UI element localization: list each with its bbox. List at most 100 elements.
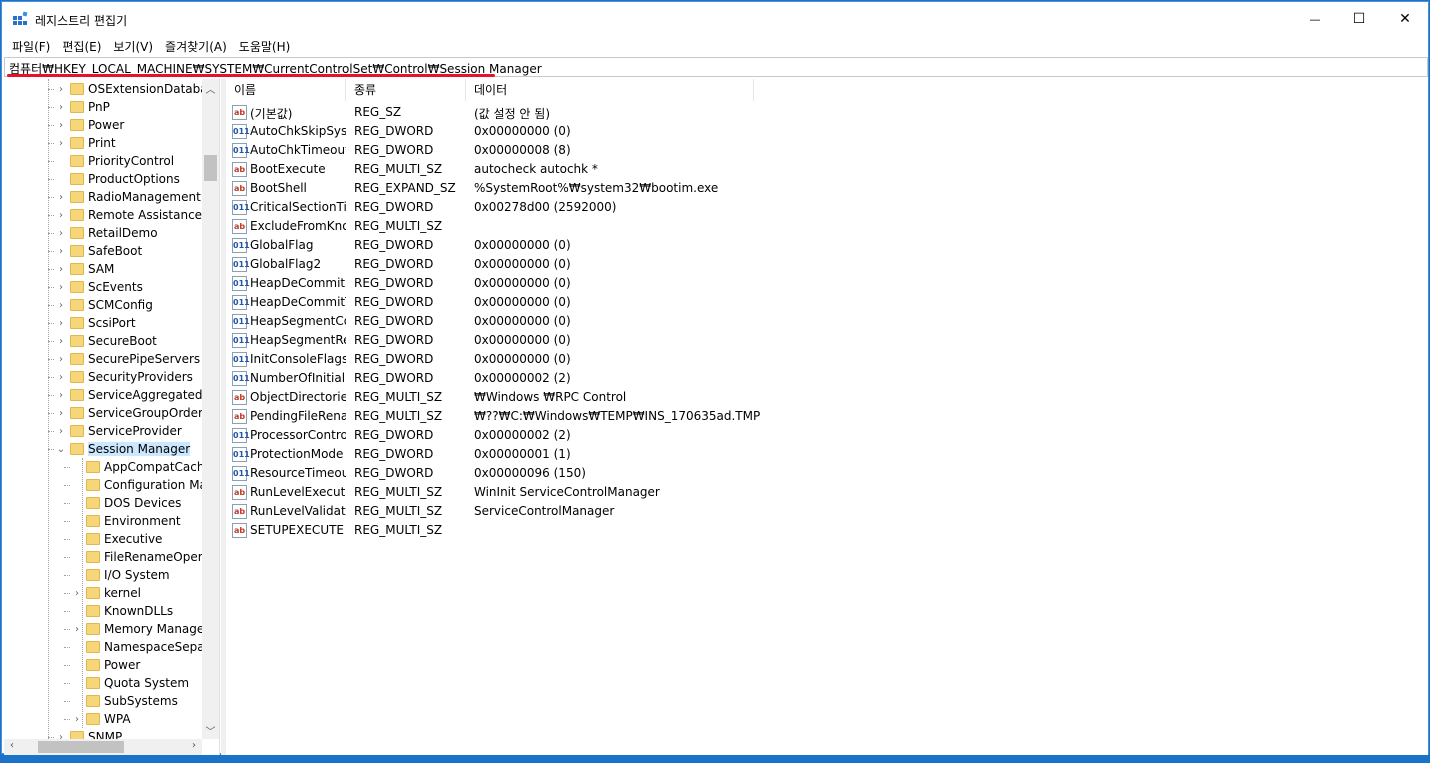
chevron-right-icon[interactable]: › <box>54 138 68 149</box>
chevron-right-icon[interactable]: › <box>54 732 68 740</box>
tree-item[interactable]: › SecurePipeServers <box>54 350 200 368</box>
tree-item[interactable]: › ScsiPort <box>54 314 136 332</box>
key-tree-pane[interactable]: › OSExtensionDatabase › PnP › Power › Print Prio… <box>4 79 220 755</box>
value-row[interactable]: ab (기본값) REG_SZ (값 설정 안 됨) <box>226 103 826 122</box>
value-row[interactable]: abExcludeFromKnownDlls REG_MULTI_SZ <box>226 217 826 236</box>
tree-item[interactable]: › RetailDemo <box>54 224 158 242</box>
tree-item[interactable]: › PnP <box>54 98 110 116</box>
chevron-right-icon[interactable]: › <box>54 84 68 95</box>
chevron-right-icon[interactable]: › <box>54 408 68 419</box>
tree-horizontal-scrollbar[interactable]: ‹ › <box>4 739 202 755</box>
chevron-right-icon[interactable]: › <box>54 102 68 113</box>
chevron-right-icon[interactable]: › <box>54 372 68 383</box>
tree-item[interactable]: KnownDLLs <box>70 602 173 620</box>
tree-item[interactable]: › RadioManagement <box>54 188 201 206</box>
tree-item[interactable]: Environment <box>70 512 181 530</box>
scroll-left-icon[interactable]: ‹ <box>6 740 18 751</box>
tree-item[interactable]: › OSExtensionDatabase <box>54 80 202 98</box>
menu-view[interactable]: 보기(V) <box>107 36 159 56</box>
tree-item[interactable]: ›Memory Management <box>70 620 202 638</box>
values-list-pane[interactable]: 이름 종류 데이터 ab (기본값) REG_SZ (값 설정 안 됨) 011 Auto… <box>226 79 1428 755</box>
chevron-right-icon[interactable]: › <box>54 318 68 329</box>
value-row[interactable]: 011 AutoChkTimeout REG_DWORD 0x00000008 (8) <box>226 141 826 160</box>
tree-item[interactable]: PriorityControl <box>54 152 174 170</box>
tree-item[interactable]: ProductOptions <box>54 170 180 188</box>
value-row[interactable]: 011NumberOfInitialSessions REG_DWORD 0x000… <box>226 369 826 388</box>
chevron-right-icon[interactable]: › <box>54 354 68 365</box>
tree-item[interactable]: › ServiceAggregatedEvents <box>54 386 202 404</box>
value-row[interactable]: abPendingFileRenameOperations REG_MULTI_S… <box>226 407 826 426</box>
chevron-right-icon[interactable]: › <box>54 426 68 437</box>
tree-item[interactable]: › ServiceProvider <box>54 422 182 440</box>
value-row[interactable]: 011 GlobalFlag REG_DWORD 0x00000000 (0) <box>226 236 826 255</box>
tree-hscroll-thumb[interactable] <box>38 741 124 753</box>
column-header-name[interactable]: 이름 <box>226 79 346 101</box>
tree-item[interactable]: FileRenameOperations <box>70 548 202 566</box>
tree-item[interactable]: ⌄ Session Manager <box>54 440 191 458</box>
tree-scroll-thumb[interactable] <box>204 155 217 181</box>
tree-vertical-scrollbar[interactable]: ︿ ﹀ <box>202 79 219 739</box>
value-row[interactable]: ab RunLevelValidate REG_MULTI_SZ ServiceCon… <box>226 502 826 521</box>
value-row[interactable]: ab RunLevelExecute REG_MULTI_SZ WinInit Ser… <box>226 483 826 502</box>
value-row[interactable]: ab BootShell REG_EXPAND_SZ %SystemRoot%₩sys… <box>226 179 826 198</box>
maximize-button[interactable]: ☐ <box>1336 2 1382 36</box>
tree-item[interactable]: › Print <box>54 134 116 152</box>
tree-item[interactable]: › ServiceGroupOrder <box>54 404 202 422</box>
chevron-right-icon[interactable]: › <box>54 192 68 203</box>
chevron-right-icon[interactable]: › <box>54 300 68 311</box>
value-row[interactable]: 011AutoChkSkipSystemPartition REG_DWORD 0x… <box>226 122 826 141</box>
minimize-button[interactable]: — <box>1292 2 1338 36</box>
menu-edit[interactable]: 편집(E) <box>56 36 107 56</box>
value-row[interactable]: 011HeapSegmentReserve REG_DWORD 0x00000000… <box>226 331 826 350</box>
value-row[interactable]: 011 ProtectionMode REG_DWORD 0x00000001 (1) <box>226 445 826 464</box>
tree-item[interactable]: › ScEvents <box>54 278 143 296</box>
title-bar[interactable]: 레지스트리 편집기 — ☐ ✕ <box>2 2 1428 36</box>
value-row[interactable]: ab ObjectDirectories REG_MULTI_SZ ₩Windows … <box>226 388 826 407</box>
tree-item[interactable]: › SAM <box>54 260 114 278</box>
chevron-right-icon[interactable]: › <box>54 390 68 401</box>
tree-item[interactable]: › kernel <box>70 584 141 602</box>
menu-help[interactable]: 도움말(H) <box>233 36 297 56</box>
value-row[interactable]: 011 GlobalFlag2 REG_DWORD 0x00000000 (0) <box>226 255 826 274</box>
column-header-type[interactable]: 종류 <box>346 79 466 101</box>
value-row[interactable]: ab SETUPEXECUTE REG_MULTI_SZ <box>226 521 826 540</box>
tree-item[interactable]: Quota System <box>70 674 189 692</box>
value-row[interactable]: 011HeapDeCommitTotalFreeThreshold REG_DWO… <box>226 293 826 312</box>
chevron-down-icon[interactable]: ⌄ <box>54 444 68 455</box>
chevron-right-icon[interactable]: › <box>54 282 68 293</box>
scroll-right-icon[interactable]: › <box>188 740 200 751</box>
value-row[interactable]: 011HeapSegmentCommit REG_DWORD 0x00000000 … <box>226 312 826 331</box>
value-row[interactable]: 011HeapDeCommitFreeBlockThreshold REG_DWO… <box>226 274 826 293</box>
tree-item[interactable]: DOS Devices <box>70 494 181 512</box>
tree-item[interactable]: Executive <box>70 530 162 548</box>
tree-item[interactable]: I/O System <box>70 566 170 584</box>
tree-item[interactable]: › SafeBoot <box>54 242 142 260</box>
tree-item[interactable]: › SNMP <box>54 728 122 739</box>
scroll-up-icon[interactable]: ︿ <box>202 81 219 96</box>
tree-item[interactable]: › SecurityProviders <box>54 368 193 386</box>
chevron-right-icon[interactable]: › <box>54 210 68 221</box>
close-button[interactable]: ✕ <box>1382 2 1428 36</box>
tree-item[interactable]: AppCompatCache <box>70 458 202 476</box>
value-row[interactable]: 011 ProcessorControl REG_DWORD 0x00000002 (… <box>226 426 826 445</box>
tree-item[interactable]: Power <box>70 656 140 674</box>
value-row[interactable]: 011ResourceTimeoutCount REG_DWORD 0x000000… <box>226 464 826 483</box>
chevron-right-icon[interactable]: › <box>54 264 68 275</box>
tree-item[interactable]: › SecureBoot <box>54 332 157 350</box>
value-row[interactable]: ab BootExecute REG_MULTI_SZ autocheck autoc… <box>226 160 826 179</box>
chevron-right-icon[interactable]: › <box>54 228 68 239</box>
tree-item[interactable]: › Power <box>54 116 124 134</box>
chevron-right-icon[interactable]: › <box>54 246 68 257</box>
tree-item[interactable]: SubSystems <box>70 692 178 710</box>
menu-file[interactable]: 파일(F) <box>6 36 56 56</box>
column-header-data[interactable]: 데이터 <box>466 79 754 101</box>
tree-item[interactable]: › SCMConfig <box>54 296 153 314</box>
value-row[interactable]: 011CriticalSectionTimeout REG_DWORD 0x0027… <box>226 198 826 217</box>
tree-item[interactable]: Configuration Manager <box>70 476 202 494</box>
address-bar[interactable]: 컴퓨터₩HKEY_LOCAL_MACHINE₩SYSTEM₩CurrentCon… <box>4 57 1428 77</box>
menu-favorites[interactable]: 즐겨찾기(A) <box>159 36 233 56</box>
tree-item[interactable]: › Remote Assistance <box>54 206 202 224</box>
tree-item[interactable]: › WPA <box>70 710 131 728</box>
chevron-right-icon[interactable]: › <box>54 120 68 131</box>
tree-item[interactable]: NamespaceSeparation <box>70 638 202 656</box>
